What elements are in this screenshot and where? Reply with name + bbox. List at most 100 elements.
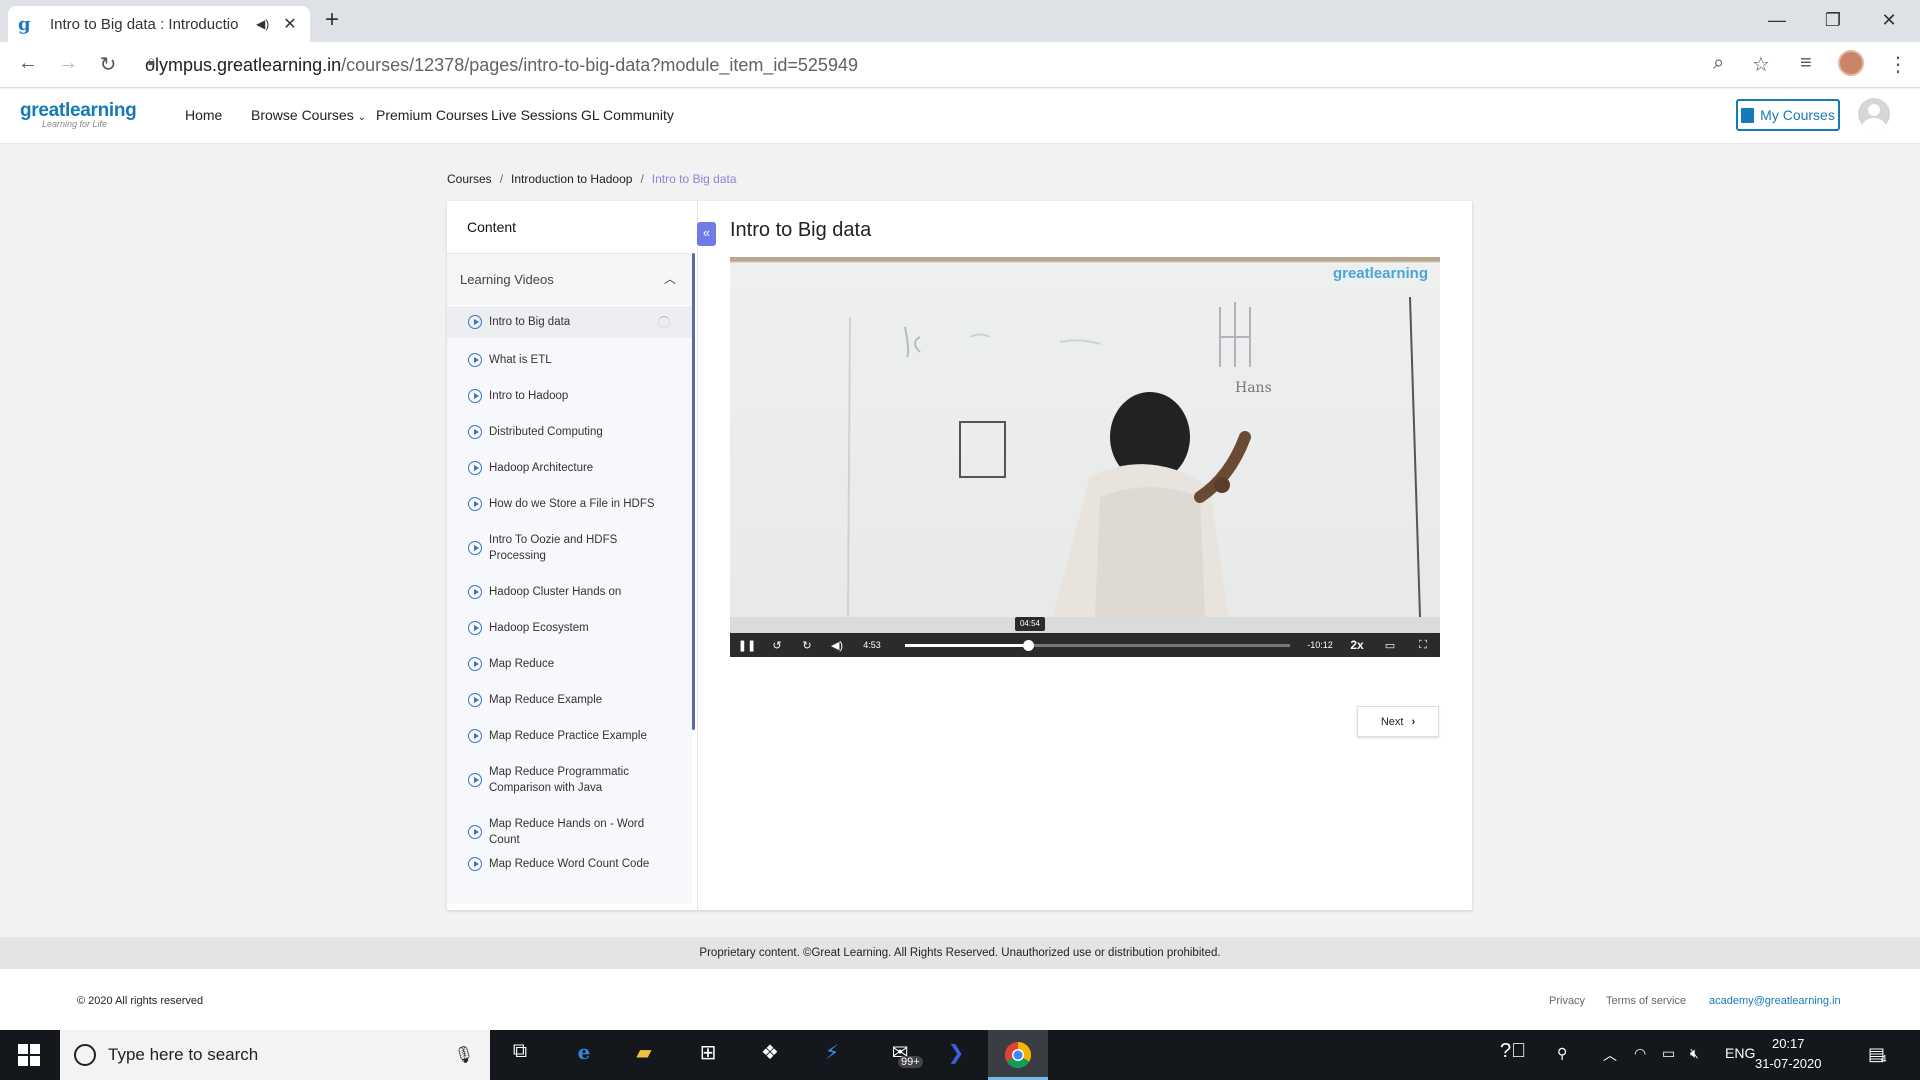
lesson-item[interactable]: Hadoop Cluster Hands on <box>447 574 692 610</box>
pause-icon[interactable]: ❚❚ <box>732 639 762 652</box>
playback-speed-button[interactable]: 2x <box>1342 638 1372 652</box>
browser-toolbar: ← → ↻ olympus.greatlearning.in/courses/1… <box>0 42 1920 88</box>
mail-icon[interactable]: ✉ 99+ <box>878 1040 923 1070</box>
zoom-icon[interactable]: ⌕ <box>1713 52 1724 75</box>
lesson-item[interactable]: Map Reduce Practice Example <box>447 718 692 754</box>
my-courses-button[interactable]: My Courses <box>1736 99 1840 131</box>
close-tab-icon[interactable]: ✕ <box>283 14 296 34</box>
lesson-label: Hadoop Architecture <box>489 462 594 474</box>
dropbox-icon[interactable]: ❖ <box>748 1040 792 1070</box>
address-bar[interactable]: olympus.greatlearning.in/courses/12378/p… <box>145 48 1725 82</box>
greatlearning-logo[interactable]: greatlearning Learning for Life <box>20 100 137 129</box>
email-link[interactable]: academy@greatlearning.in <box>1709 995 1841 1007</box>
action-center-icon[interactable]: ▤ 4 <box>1868 1044 1887 1065</box>
play-circle-icon <box>468 857 482 871</box>
lesson-item[interactable]: Intro to Hadoop <box>447 378 692 414</box>
next-button[interactable]: Next › <box>1357 706 1439 737</box>
media-control-icon[interactable]: ≡ <box>1800 52 1812 75</box>
volume-muted-icon[interactable]: 🔇︎ <box>1690 1045 1699 1062</box>
lesson-label: Map Reduce Word Count Code <box>489 858 650 870</box>
sidebar-header: Content <box>467 219 517 235</box>
loading-spinner-icon <box>658 316 670 328</box>
task-view-icon[interactable]: ⧉ <box>498 1040 542 1070</box>
new-tab-button[interactable]: + <box>325 6 339 34</box>
play-circle-icon <box>468 315 482 329</box>
lock-icon[interactable]: 🔒︎ <box>148 53 155 69</box>
lesson-item[interactable]: What is ETL <box>447 342 692 378</box>
book-icon <box>1741 107 1755 123</box>
lesson-item[interactable]: Map Reduce Programmatic Comparison with … <box>447 754 692 806</box>
forward-icon[interactable]: ↻ <box>792 639 822 652</box>
fullscreen-icon[interactable]: ⛶ <box>1408 639 1438 652</box>
forward-icon[interactable]: → <box>54 52 82 75</box>
chevron-up-icon[interactable]: ︿ <box>664 270 676 287</box>
collapse-sidebar-button[interactable]: « <box>697 222 716 246</box>
breadcrumb-courses[interactable]: Courses <box>447 172 492 186</box>
lesson-item[interactable]: Distributed Computing <box>447 414 692 450</box>
nav-live-sessions[interactable]: Live Sessions <box>491 107 577 123</box>
lesson-item[interactable]: Hadoop Ecosystem <box>447 610 692 646</box>
seek-handle[interactable] <box>1023 640 1035 651</box>
lesson-label: Hadoop Cluster Hands on <box>489 586 622 598</box>
lesson-item[interactable]: Hadoop Architecture <box>447 450 692 486</box>
taskbar-search-box[interactable]: Type here to search 🎙︎ <box>60 1030 490 1080</box>
reload-icon[interactable]: ↻ <box>94 52 122 77</box>
play-circle-icon <box>468 541 482 555</box>
browser-profile-avatar[interactable] <box>1838 50 1864 76</box>
lesson-item[interactable]: Map Reduce <box>447 646 692 682</box>
seek-bar[interactable] <box>905 640 1290 651</box>
cortana-icon <box>74 1044 96 1066</box>
lesson-item[interactable]: Map Reduce Example <box>447 682 692 718</box>
nav-home[interactable]: Home <box>185 107 222 123</box>
taskbar-search-placeholder: Type here to search <box>108 1045 259 1064</box>
browser-menu-icon[interactable]: ⋮ <box>1888 52 1908 77</box>
play-circle-icon <box>468 461 482 475</box>
edge-icon[interactable]: e <box>562 1040 606 1070</box>
chrome-taskbar-button[interactable] <box>988 1030 1048 1080</box>
show-hidden-icons-chevron[interactable]: ︿ <box>1603 1045 1617 1065</box>
lesson-item[interactable]: Map Reduce Word Count Code <box>447 846 692 882</box>
speaker-icon[interactable]: ◀) <box>256 17 269 31</box>
user-avatar[interactable] <box>1858 98 1890 130</box>
captions-icon[interactable]: ▭ <box>1375 639 1405 652</box>
terms-link[interactable]: Terms of service <box>1606 995 1686 1007</box>
nav-premium-courses[interactable]: Premium Courses <box>376 107 488 123</box>
privacy-link[interactable]: Privacy <box>1549 995 1585 1007</box>
lesson-item[interactable]: Intro to Big data <box>447 306 692 338</box>
browser-tab[interactable]: g Intro to Big data : Introductio ◀) ✕ <box>8 6 310 42</box>
language-indicator[interactable]: ENG <box>1725 1045 1755 1061</box>
microphone-icon[interactable]: 🎙︎ <box>454 1045 474 1065</box>
visual-studio-icon[interactable]: ⚡︎ <box>810 1040 854 1070</box>
clock-time: 20:17 <box>1771 1036 1805 1051</box>
battery-icon[interactable]: ▭ <box>1662 1045 1675 1062</box>
lesson-label: Map Reduce <box>489 658 555 670</box>
windows-start-icon[interactable] <box>18 1044 40 1066</box>
lesson-label: Map Reduce Example <box>489 694 603 706</box>
taskbar-clock[interactable]: 20:17 31-07-2020 <box>1755 1034 1822 1074</box>
lesson-item[interactable]: Intro To Oozie and HDFS Processing <box>447 522 692 574</box>
people-icon[interactable]: ⚲ <box>1557 1045 1567 1062</box>
nav-browse-courses[interactable]: Browse Courses ⌄ <box>251 107 366 123</box>
sidebar-scrollbar[interactable] <box>692 253 695 730</box>
close-window-icon[interactable]: ✕ <box>1866 2 1912 38</box>
store-icon[interactable]: ⊞ <box>686 1040 730 1070</box>
lesson-item[interactable]: How do we Store a File in HDFS <box>447 486 692 522</box>
powershell-icon[interactable]: ❯ <box>934 1040 978 1070</box>
breadcrumb-introduction-to-hadoop[interactable]: Introduction to Hadoop <box>511 172 632 186</box>
site-favicon-icon: g <box>18 14 31 35</box>
back-icon[interactable]: ← <box>14 52 42 75</box>
svg-text:Hans: Hans <box>1235 380 1272 396</box>
video-player[interactable]: Hans MS greatlearning 04:54 ❚❚ ↺ ↻ ◀) 4:… <box>730 257 1440 657</box>
volume-icon[interactable]: ◀) <box>822 639 852 652</box>
bookmark-star-icon[interactable]: ☆ <box>1752 52 1770 77</box>
play-circle-icon <box>468 773 482 787</box>
file-explorer-icon[interactable]: ▰ <box>622 1040 666 1070</box>
minimize-icon[interactable]: — <box>1754 2 1800 38</box>
rewind-icon[interactable]: ↺ <box>762 639 792 652</box>
restore-icon[interactable]: ❐ <box>1810 2 1856 38</box>
wifi-icon[interactable]: ◠ <box>1634 1045 1646 1062</box>
nav-gl-community[interactable]: GL Community <box>581 107 674 123</box>
my-courses-label: My Courses <box>1760 107 1835 123</box>
help-icon[interactable]: ?⃝ <box>1500 1040 1526 1063</box>
tab-title: Intro to Big data : Introductio <box>50 15 239 33</box>
